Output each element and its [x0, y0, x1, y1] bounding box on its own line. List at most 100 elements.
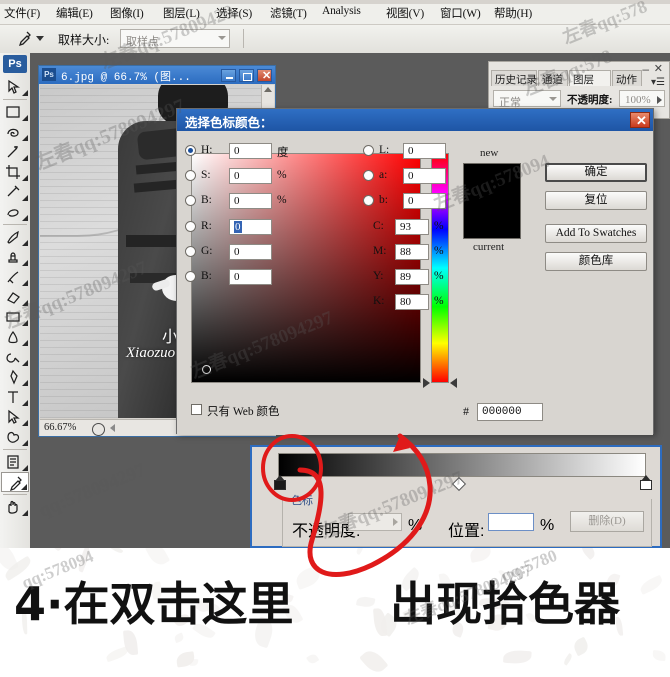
status-chevron-icon[interactable]	[110, 424, 115, 432]
input-a[interactable]: 0	[403, 168, 446, 184]
hex-input[interactable]: 000000	[477, 403, 543, 421]
color-libraries-button[interactable]: 颜色库	[545, 252, 647, 271]
opacity-label: 不透明度:	[567, 95, 613, 106]
chevron-down-icon	[549, 97, 557, 101]
gradient-color-stop-left[interactable]	[274, 475, 286, 490]
color-picker-title-bar[interactable]: 选择色标颜色： ✕	[177, 109, 653, 131]
path-selection-tool[interactable]	[1, 407, 29, 427]
eyedropper-tool[interactable]	[1, 472, 29, 492]
pen-tool[interactable]	[1, 367, 29, 387]
menu-item-6[interactable]: Analysis	[322, 5, 361, 17]
eraser-tool[interactable]	[1, 287, 29, 307]
value-S: 0	[234, 170, 240, 182]
document-title-bar[interactable]: Ps 6.jpg @ 66.7% (图... ✕	[39, 66, 275, 84]
delete-stop-button[interactable]: 删除(D)	[570, 511, 644, 532]
blend-mode-dropdown[interactable]: 正常	[493, 90, 561, 109]
radio-H[interactable]	[185, 145, 196, 156]
gradient-preview-bar[interactable]	[278, 453, 646, 477]
panel-tab-1[interactable]: 通道	[538, 70, 568, 86]
input-B[interactable]: 0	[229, 193, 272, 209]
radio-G[interactable]	[185, 246, 196, 257]
add-to-swatches-button[interactable]: Add To Swatches	[545, 224, 647, 243]
input-C[interactable]: 93	[395, 219, 429, 235]
hue-slider[interactable]	[431, 153, 449, 383]
input-Y[interactable]: 89	[395, 269, 429, 285]
input-L[interactable]: 0	[403, 143, 446, 159]
panel-menu-icon[interactable]: ▾☰	[651, 77, 665, 88]
panel-tab-3[interactable]: 动作	[612, 70, 642, 86]
dodge-tool[interactable]	[1, 347, 29, 367]
zoom-level: 66.67%	[44, 422, 77, 433]
web-colors-only-checkbox[interactable]	[191, 404, 202, 415]
panel-tab-2[interactable]: 图层	[569, 70, 611, 86]
menu-item-3[interactable]: 图层(L)	[163, 5, 200, 21]
document-info-icon[interactable]	[92, 423, 105, 436]
document-icon: Ps	[42, 68, 56, 81]
gradient-midpoint-marker[interactable]	[451, 476, 467, 492]
blur-tool[interactable]	[1, 327, 29, 347]
input-G[interactable]: 0	[229, 244, 272, 260]
stop-opacity-input[interactable]	[348, 513, 402, 531]
minimize-icon[interactable]	[221, 69, 236, 82]
crop-tool[interactable]	[1, 162, 29, 182]
maximize-icon[interactable]	[239, 69, 254, 82]
gradient-color-stop-right[interactable]	[640, 475, 652, 490]
sample-size-value: 取样点	[126, 36, 159, 48]
input-b[interactable]: 0	[403, 193, 446, 209]
marquee-tool[interactable]	[1, 102, 29, 122]
input-R[interactable]: 0	[229, 219, 272, 235]
input-K[interactable]: 80	[395, 294, 429, 310]
menu-item-4[interactable]: 选择(S)	[216, 5, 252, 21]
menu-item-8[interactable]: 窗口(W)	[440, 5, 481, 21]
radio-S[interactable]	[185, 170, 196, 181]
tool-preset-chevron-icon[interactable]	[36, 36, 44, 41]
sample-size-dropdown[interactable]: 取样点	[120, 29, 230, 48]
opacity-field[interactable]: 100%	[619, 90, 665, 107]
brush-tool[interactable]	[1, 227, 29, 247]
menu-item-1[interactable]: 编辑(E)	[56, 5, 93, 21]
shape-tool[interactable]	[1, 427, 29, 447]
radio-R[interactable]	[185, 221, 196, 232]
panel-close-icon[interactable]: ✕	[654, 62, 663, 75]
saturation-value-field[interactable]	[191, 153, 421, 383]
reset-button[interactable]: 复位	[545, 191, 647, 210]
label-Y: Y:	[373, 270, 384, 282]
panel-minimize-icon[interactable]: –	[642, 62, 649, 76]
slice-tool[interactable]	[1, 182, 29, 202]
photoshop-application-window: 文件(F) 编辑(E) 图像(I) 图层(L) 选择(S) 滤镜(T) Analysis 视图…	[0, 0, 670, 548]
hand-tool[interactable]	[1, 497, 29, 517]
gradient-tool[interactable]	[1, 307, 29, 327]
menu-item-5[interactable]: 滤镜(T)	[270, 5, 307, 21]
radio-L[interactable]	[363, 145, 374, 156]
radio-B[interactable]	[185, 271, 196, 282]
lasso-tool[interactable]	[1, 122, 29, 142]
input-B[interactable]: 0	[229, 269, 272, 285]
menu-item-9[interactable]: 帮助(H)	[494, 5, 532, 21]
eyedropper-icon[interactable]	[14, 30, 32, 53]
input-S[interactable]: 0	[229, 168, 272, 184]
menu-item-2[interactable]: 图像(I)	[110, 5, 144, 21]
panel-tab-0[interactable]: 历史记录	[491, 70, 537, 86]
close-icon[interactable]: ✕	[630, 112, 650, 128]
input-H[interactable]: 0	[229, 143, 272, 159]
ok-button[interactable]: 确定	[545, 163, 647, 182]
radio-B[interactable]	[185, 195, 196, 206]
label-S: S:	[201, 169, 211, 181]
caption-step-text: 4·在双击这里	[14, 577, 294, 631]
new-current-color-swatch[interactable]	[463, 163, 521, 239]
magic-wand-tool[interactable]	[1, 142, 29, 162]
color-picker-title: 选择色标颜色：	[185, 116, 273, 130]
history-brush-tool[interactable]	[1, 267, 29, 287]
move-tool[interactable]	[1, 77, 29, 97]
notes-tool[interactable]	[1, 452, 29, 472]
close-icon[interactable]: ✕	[257, 69, 272, 82]
clone-stamp-tool[interactable]	[1, 247, 29, 267]
stop-location-input[interactable]	[488, 513, 534, 531]
radio-a[interactable]	[363, 170, 374, 181]
healing-brush-tool[interactable]	[1, 202, 29, 222]
input-M[interactable]: 88	[395, 244, 429, 260]
menu-item-7[interactable]: 视图(V)	[386, 5, 424, 21]
radio-b[interactable]	[363, 195, 374, 206]
menu-item-0[interactable]: 文件(F)	[4, 5, 40, 21]
type-tool[interactable]	[1, 387, 29, 407]
